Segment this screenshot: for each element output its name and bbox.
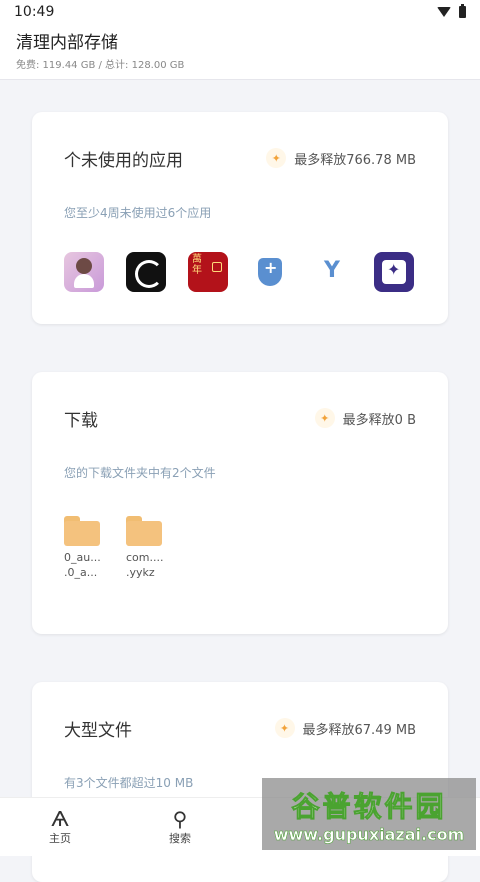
unused-apps-list	[64, 252, 414, 292]
sparkle-icon: ✦	[274, 718, 295, 738]
status-bar: 10:49	[0, 0, 480, 24]
page-title: 清理内部存储	[16, 33, 118, 53]
unused-apps-card[interactable]: 个未使用的应用 ✦ 最多释放766.78 MB 您至少4周未使用过6个应用	[32, 112, 448, 324]
app-icon-star[interactable]	[374, 252, 414, 292]
file-item[interactable]: 0_au... .0_a...	[64, 516, 101, 580]
large-files-desc: 有3个文件都超过10 MB	[64, 776, 194, 790]
watermark-title: 谷普软件园	[291, 789, 447, 823]
file-name-line1: com....	[126, 551, 164, 564]
battery-icon	[459, 4, 466, 18]
status-icons	[437, 4, 466, 18]
app-icon-y[interactable]	[312, 252, 352, 292]
large-files-title: 大型文件	[64, 721, 132, 741]
unused-apps-title: 个未使用的应用	[64, 151, 183, 171]
nav-search-label: 搜索	[169, 832, 191, 845]
app-icon-shield[interactable]	[250, 252, 290, 292]
downloads-title: 下载	[64, 411, 98, 431]
app-icon-dragon[interactable]	[126, 252, 166, 292]
sparkle-icon: ✦	[314, 408, 335, 428]
storage-summary: 免费: 119.44 GB / 总计: 128.00 GB	[16, 60, 185, 71]
downloads-desc: 您的下载文件夹中有2个文件	[64, 466, 216, 480]
large-files-save-label: 最多释放67.49 MB	[302, 722, 416, 738]
file-name-line1: 0_au...	[64, 551, 101, 564]
app-icon-anime[interactable]	[64, 252, 104, 292]
downloads-save: ✦ 最多释放0 B	[314, 408, 416, 428]
folder-icon	[64, 516, 100, 546]
watermark: 谷普软件园 www.gupuxiazai.com	[262, 778, 476, 850]
unused-apps-save: ✦ 最多释放766.78 MB	[266, 148, 416, 168]
downloads-file-list: 0_au... .0_a... com.... .yykz	[64, 516, 163, 580]
app-bar: 清理内部存储 免费: 119.44 GB / 总计: 128.00 GB	[0, 24, 480, 80]
folder-icon	[126, 516, 162, 546]
file-name-line2: .0_a...	[64, 566, 98, 579]
search-icon: ⚲	[172, 807, 188, 831]
app-icon-calendar[interactable]	[188, 252, 228, 292]
unused-apps-save-label: 最多释放766.78 MB	[294, 152, 416, 168]
nav-home[interactable]: Ѧ 主页	[0, 798, 120, 856]
sparkle-icon: ✦	[266, 148, 287, 168]
downloads-card[interactable]: 下载 ✦ 最多释放0 B 您的下载文件夹中有2个文件 0_au... .0_a.…	[32, 372, 448, 634]
file-name-line2: .yykz	[126, 566, 155, 579]
file-item[interactable]: com.... .yykz	[126, 516, 163, 580]
wifi-icon	[437, 7, 451, 17]
home-icon: Ѧ	[51, 807, 69, 831]
downloads-save-label: 最多释放0 B	[342, 412, 416, 428]
unused-apps-desc: 您至少4周未使用过6个应用	[64, 206, 212, 220]
nav-search[interactable]: ⚲ 搜索	[120, 798, 240, 856]
nav-home-label: 主页	[49, 832, 71, 845]
status-time: 10:49	[14, 4, 55, 20]
large-files-save: ✦ 最多释放67.49 MB	[274, 718, 416, 738]
watermark-url: www.gupuxiazai.com	[273, 824, 465, 844]
